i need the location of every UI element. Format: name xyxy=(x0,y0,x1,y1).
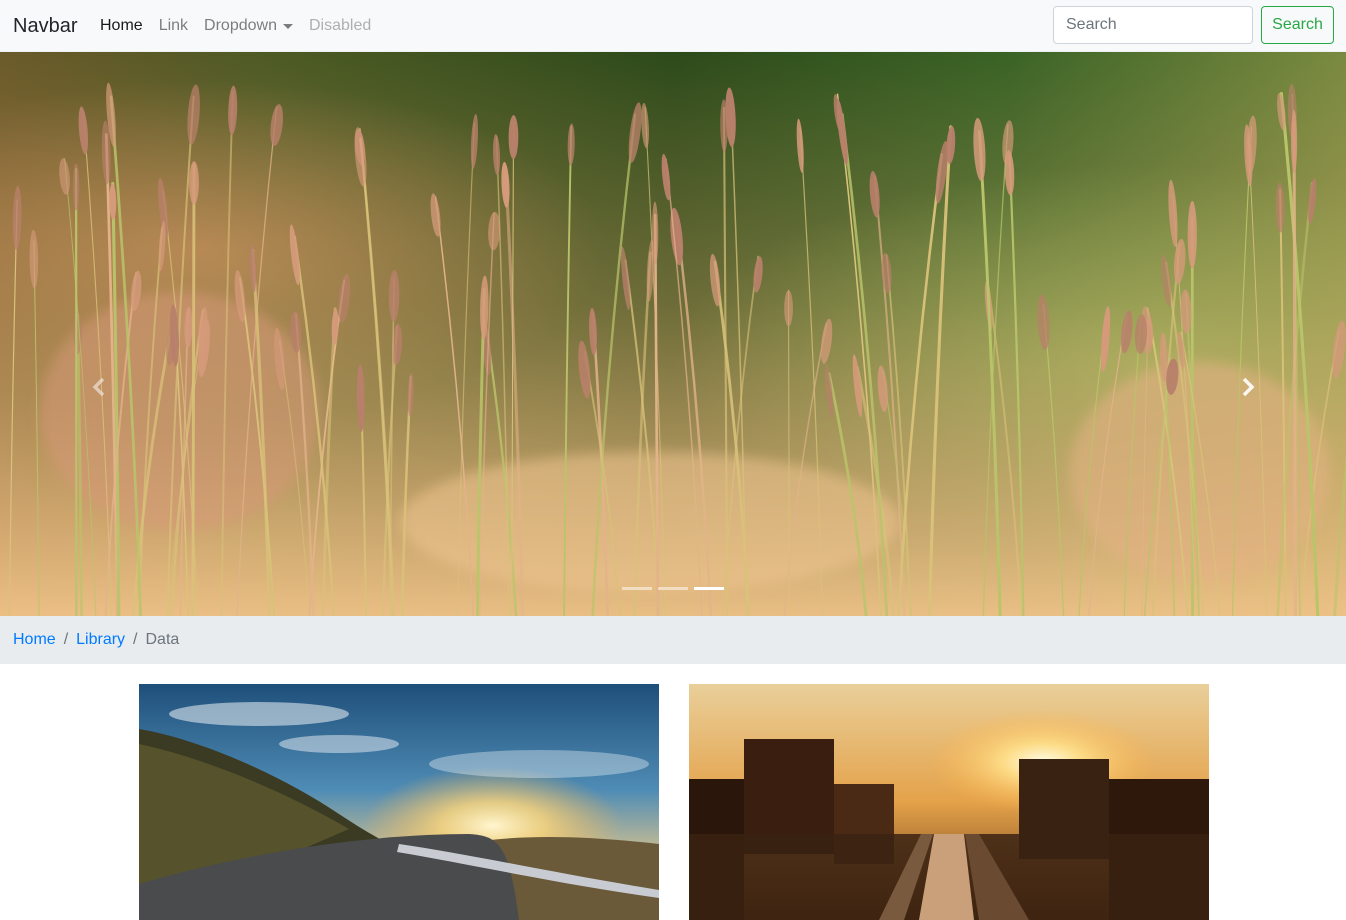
breadcrumb: Home / Library / Data xyxy=(0,616,1346,664)
search-button[interactable]: Search xyxy=(1261,6,1334,44)
card-image-road[interactable] xyxy=(139,684,659,920)
nav-link-home[interactable]: Home xyxy=(100,17,143,35)
card-image-city[interactable] xyxy=(689,684,1209,920)
navbar: Navbar Home Link Dropdown Disabled Searc… xyxy=(0,0,1346,52)
breadcrumb-item-data: Data xyxy=(145,631,180,648)
chevron-left-icon xyxy=(92,377,105,397)
chevron-right-icon xyxy=(1242,377,1255,397)
carousel xyxy=(0,52,1346,616)
breadcrumb-separator: / xyxy=(63,631,69,648)
card-row xyxy=(0,664,1346,920)
breadcrumb-item-library[interactable]: Library xyxy=(76,631,125,649)
carousel-indicator-2[interactable] xyxy=(658,587,688,590)
carousel-slide-image xyxy=(0,52,1346,616)
nav-link-disabled: Disabled xyxy=(308,17,372,34)
breadcrumb-separator: / xyxy=(133,631,138,648)
search-input[interactable] xyxy=(1053,6,1253,44)
carousel-indicator-1[interactable] xyxy=(622,587,652,590)
road-sunset-image xyxy=(139,684,659,920)
caret-down-icon xyxy=(282,23,293,29)
city-sunset-image xyxy=(689,684,1209,920)
nav-dropdown-label: Dropdown xyxy=(204,17,277,34)
nav-links: Home Link Dropdown Disabled xyxy=(100,0,387,52)
nav-dropdown-toggle[interactable]: Dropdown xyxy=(204,17,293,35)
carousel-indicators xyxy=(0,587,1346,590)
carousel-next-button[interactable] xyxy=(1233,369,1263,405)
carousel-prev-button[interactable] xyxy=(84,369,114,405)
breadcrumb-item-home[interactable]: Home xyxy=(13,631,56,649)
navbar-brand[interactable]: Navbar xyxy=(13,13,77,39)
carousel-indicator-3[interactable] xyxy=(694,587,724,590)
nav-link-link[interactable]: Link xyxy=(159,17,188,35)
